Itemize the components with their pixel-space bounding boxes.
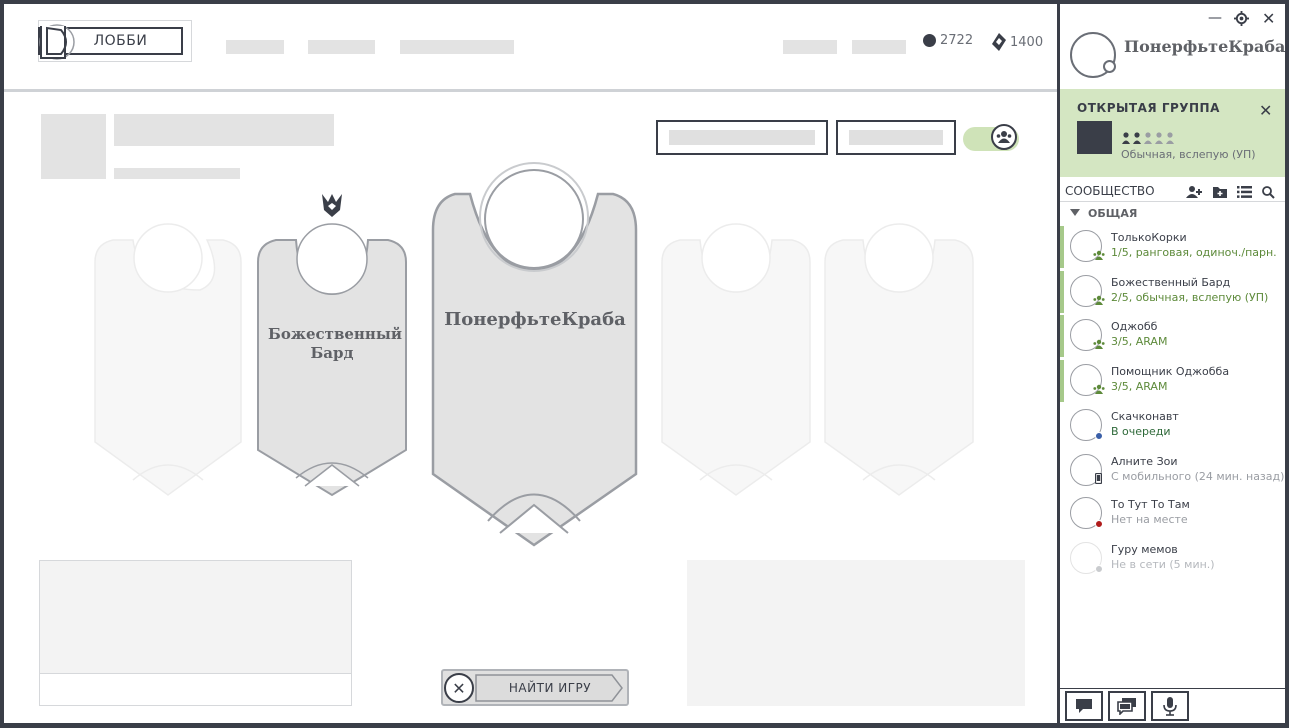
group-slot-empty xyxy=(1166,132,1174,144)
friend-name: Гуру мемов xyxy=(1111,543,1178,556)
group-close-icon[interactable]: ✕ xyxy=(1259,101,1272,120)
open-group-subtitle: Обычная, вслепую (УП) xyxy=(1121,148,1256,161)
banner-2-name: Божественный Бард xyxy=(268,325,403,362)
friend-name: Божественный Бард xyxy=(1111,276,1231,289)
party-banners xyxy=(94,162,974,547)
offline-status-dot xyxy=(1095,565,1103,573)
multi-chat-icon xyxy=(1117,698,1136,715)
in-group-icon xyxy=(1093,295,1105,305)
chevron-down-icon[interactable] xyxy=(1070,209,1080,217)
party-leader-crown-icon xyxy=(322,194,342,217)
group-slot-filled xyxy=(1133,132,1141,144)
friend-status-text: 3/5, ARAM xyxy=(1111,380,1168,393)
away-status-dot xyxy=(1095,520,1103,528)
friend-row[interactable]: Божественный Бард 2/5, обычная, вслепую … xyxy=(1060,271,1285,315)
mobile-phone-icon xyxy=(1095,473,1102,484)
friend-row[interactable]: Оджобб 3/5, ARAM xyxy=(1060,315,1285,359)
in-group-icon xyxy=(1093,339,1105,349)
in-group-icon xyxy=(1093,384,1105,394)
friend-status-text: С мобильного (24 мин. назад) xyxy=(1111,470,1285,483)
in-queue-status-dot xyxy=(1095,432,1103,440)
community-divider xyxy=(1060,201,1285,202)
search-icon[interactable] xyxy=(1262,186,1275,199)
friend-status-text: Не в сети (5 мин.) xyxy=(1111,558,1215,571)
my-banner[interactable] xyxy=(431,162,638,547)
my-status-indicator[interactable] xyxy=(1103,60,1116,73)
empty-banner-slot-5[interactable] xyxy=(824,223,974,496)
empty-banner-slot-4[interactable] xyxy=(661,223,811,496)
empty-banner-slot-1[interactable] xyxy=(94,223,242,496)
close-icon[interactable]: ✕ xyxy=(1262,9,1275,28)
chat-button[interactable] xyxy=(1065,691,1103,721)
find-game-button[interactable]: НАЙТИ ИГРУ xyxy=(480,676,620,700)
friend-row[interactable]: Гуру мемов Не в сети (5 мин.) xyxy=(1060,538,1285,582)
friend-status-text: В очереди xyxy=(1111,425,1171,438)
open-group-title: ОТКРЫТАЯ ГРУППА xyxy=(1077,101,1220,115)
friend-status-text: 2/5, обычная, вслепую (УП) xyxy=(1111,291,1269,304)
group-queue-icon xyxy=(1077,121,1112,154)
friend-status-text: Нет на месте xyxy=(1111,513,1188,526)
banner-3-name: ПонерфьтеКраба xyxy=(444,309,626,330)
friend-name: Алните Зои xyxy=(1111,455,1178,468)
add-friend-icon[interactable] xyxy=(1186,185,1203,199)
chat-bubble-icon xyxy=(1076,699,1092,713)
recent-chats-button[interactable] xyxy=(1108,691,1146,721)
list-view-icon[interactable] xyxy=(1237,186,1252,198)
mission-panel xyxy=(687,560,1025,706)
friend-row[interactable]: Алните Зои С мобильного (24 мин. назад) xyxy=(1060,450,1285,494)
friend-name: Скачконавт xyxy=(1111,410,1179,423)
social-footer-divider xyxy=(1060,688,1285,689)
group-slot-filled xyxy=(1122,132,1130,144)
voice-button[interactable] xyxy=(1151,691,1189,721)
friend-row[interactable]: ТолькоКорки 1/5, ранговая, одиноч./парн. xyxy=(1060,226,1285,270)
friends-category-general[interactable]: ОБЩАЯ xyxy=(1088,207,1137,220)
minimize-icon[interactable]: — xyxy=(1208,10,1222,26)
settings-gear-icon[interactable] xyxy=(1234,11,1249,26)
friend-name: ТолькоКорки xyxy=(1111,231,1187,244)
group-slots-indicator xyxy=(1122,132,1174,144)
friend-row[interactable]: Скачконавт В очереди xyxy=(1060,405,1285,449)
community-label: СООБЩЕСТВО xyxy=(1065,184,1155,198)
friend-name: Помощник Оджобба xyxy=(1111,365,1230,378)
group-slot-empty xyxy=(1155,132,1163,144)
friend-status-text: 3/5, ARAM xyxy=(1111,335,1168,348)
in-group-icon xyxy=(1093,250,1105,260)
friend-name: То Тут То Там xyxy=(1111,498,1190,511)
friend-row[interactable]: То Тут То Там Нет на месте xyxy=(1060,493,1285,537)
group-slot-empty xyxy=(1144,132,1152,144)
add-folder-icon[interactable] xyxy=(1212,185,1228,199)
chat-input[interactable] xyxy=(39,673,352,706)
close-lobby-button[interactable]: ✕ xyxy=(444,673,474,703)
microphone-icon xyxy=(1163,697,1177,716)
friend-name: Оджобб xyxy=(1111,320,1158,333)
friend-status-text: 1/5, ранговая, одиноч./парн. xyxy=(1111,246,1277,259)
friend-row[interactable]: Помощник Оджобба 3/5, ARAM xyxy=(1060,360,1285,404)
my-summoner-name[interactable]: ПонерфьтеКраба xyxy=(1124,37,1285,56)
